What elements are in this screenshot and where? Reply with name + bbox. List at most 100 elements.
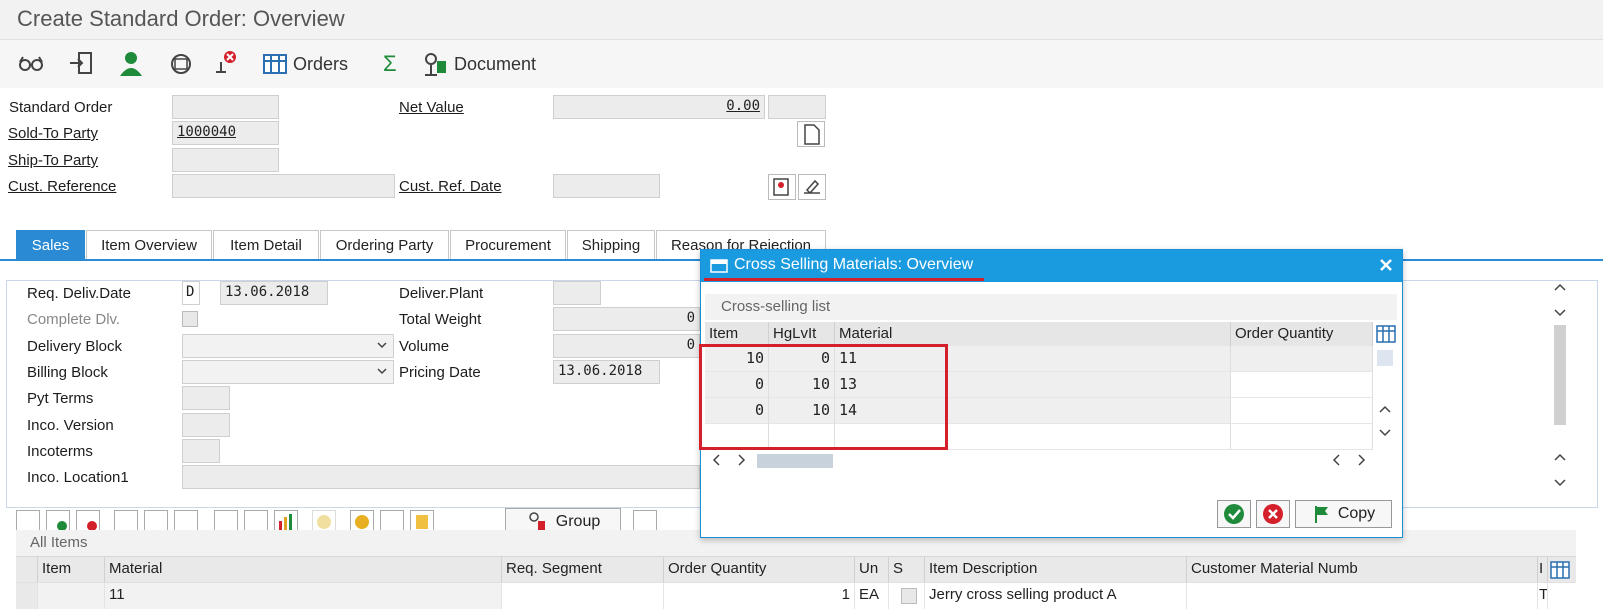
tab-item-overview[interactable]: Item Overview xyxy=(86,230,212,259)
dlg-empty-cell[interactable] xyxy=(1231,424,1373,450)
sigma-icon[interactable]: Σ xyxy=(383,50,397,78)
chevron-left-icon[interactable] xyxy=(1331,454,1341,466)
complete-dlv-checkbox[interactable] xyxy=(182,311,198,327)
req-deliv-date-field[interactable]: 13.06.2018 xyxy=(220,281,328,305)
panel-scrollbar[interactable] xyxy=(1552,280,1568,508)
volume-label: Volume xyxy=(399,338,450,355)
column-settings-icon[interactable] xyxy=(1550,560,1570,580)
table-row[interactable]: 11 1 EA Jerry cross selling product A T xyxy=(16,582,1576,609)
col-material[interactable]: Material xyxy=(105,557,502,583)
cust-ref-date-field[interactable] xyxy=(553,174,660,198)
document-flow-button[interactable] xyxy=(797,121,825,147)
cust-reference-field[interactable] xyxy=(172,174,395,198)
s-checkbox[interactable] xyxy=(901,588,917,604)
col-i[interactable]: I xyxy=(1538,557,1548,583)
tab-procurement[interactable]: Procurement xyxy=(450,230,566,259)
col-item-description[interactable]: Item Description xyxy=(925,557,1187,583)
col-customer-material[interactable]: Customer Material Numb xyxy=(1187,557,1538,583)
ship-to-party-field[interactable] xyxy=(172,148,279,172)
scroll-thumb[interactable] xyxy=(1554,325,1566,425)
chevron-right-icon[interactable] xyxy=(737,454,747,466)
dlg-col-order-quantity[interactable]: Order Quantity xyxy=(1231,322,1373,346)
cell-customer-material[interactable] xyxy=(1187,583,1538,609)
pyt-terms-field[interactable] xyxy=(182,386,230,410)
chevron-down-icon[interactable] xyxy=(1554,308,1566,318)
horizontal-scroll-thumb[interactable] xyxy=(757,454,833,468)
cross-selling-dialog: Cross Selling Materials: Overview Cross-… xyxy=(699,249,1403,538)
total-weight-label: Total Weight xyxy=(399,311,482,328)
currency-field[interactable] xyxy=(768,95,826,119)
edit-document-button[interactable] xyxy=(798,174,826,200)
ship-to-party-label[interactable]: Ship-To Party xyxy=(8,152,98,169)
cell-req-segment[interactable] xyxy=(502,583,664,609)
exit-icon[interactable] xyxy=(68,50,94,76)
dlg-col-item[interactable]: Item xyxy=(705,322,769,346)
dlg-cell-order-quantity[interactable] xyxy=(1231,372,1373,398)
cell-unit[interactable]: EA xyxy=(855,583,889,609)
incoterms-field[interactable] xyxy=(182,439,220,463)
cust-ref-date-label[interactable]: Cust. Ref. Date xyxy=(399,178,502,195)
dlg-cell-order-quantity[interactable] xyxy=(1231,398,1373,424)
dlg-cell-order-quantity[interactable] xyxy=(1231,346,1373,372)
dlg-col-material[interactable]: Material xyxy=(835,322,1231,346)
col-unit[interactable]: Un xyxy=(855,557,889,583)
col-req-segment[interactable]: Req. Segment xyxy=(502,557,664,583)
chevron-left-icon[interactable] xyxy=(711,454,721,466)
cell-s[interactable] xyxy=(889,583,925,609)
cell-item[interactable] xyxy=(38,583,105,609)
sold-to-party-label[interactable]: Sold-To Party xyxy=(8,125,98,142)
chevron-up-icon[interactable] xyxy=(1554,282,1566,292)
column-settings-icon[interactable] xyxy=(1376,324,1396,344)
orders-button[interactable]: Orders xyxy=(263,50,348,78)
inco-version-field[interactable] xyxy=(182,413,230,437)
row-selector[interactable] xyxy=(16,583,38,609)
pricing-date-field[interactable]: 13.06.2018 xyxy=(553,360,660,384)
cell-material[interactable]: 11 xyxy=(105,583,502,609)
net-value-label[interactable]: Net Value xyxy=(399,99,464,116)
glasses-icon[interactable] xyxy=(18,50,44,76)
cell-order-quantity[interactable]: 1 xyxy=(664,583,855,609)
chevron-down-icon[interactable] xyxy=(1379,428,1391,438)
sold-to-party-field[interactable]: 1000040 xyxy=(172,121,279,145)
scroll-thumb[interactable] xyxy=(1377,350,1393,366)
tab-shipping[interactable]: Shipping xyxy=(567,230,655,259)
document-button[interactable]: Document xyxy=(422,50,536,78)
date-type-field[interactable]: D xyxy=(182,281,200,305)
deliver-plant-field[interactable] xyxy=(553,281,601,305)
cancel-button[interactable] xyxy=(1256,500,1290,528)
row-selector-header[interactable] xyxy=(16,557,38,583)
col-item[interactable]: Item xyxy=(38,557,105,583)
delivery-block-select[interactable] xyxy=(182,334,394,358)
standard-order-field[interactable] xyxy=(172,95,279,119)
incoterms-label: Incoterms xyxy=(27,443,93,460)
col-order-quantity[interactable]: Order Quantity xyxy=(664,557,855,583)
group-label: Group xyxy=(555,513,601,530)
cross-selling-list-title: Cross-selling list xyxy=(705,294,1397,320)
chevron-down-icon[interactable] xyxy=(1554,478,1566,488)
items-grid-header: Item Material Req. Segment Order Quantit… xyxy=(16,556,1576,583)
conditions-icon[interactable] xyxy=(168,50,194,76)
billing-block-select[interactable] xyxy=(182,360,394,384)
cell-i[interactable]: T xyxy=(1538,583,1548,609)
tab-item-detail[interactable]: Item Detail xyxy=(213,230,319,259)
delete-icon[interactable] xyxy=(212,50,238,76)
dlg-col-hglvit[interactable]: HgLvIt xyxy=(769,322,835,346)
chevron-up-icon[interactable] xyxy=(1554,452,1566,462)
display-document-icon xyxy=(773,178,789,196)
display-document-button[interactable] xyxy=(768,174,796,200)
copy-label: Copy xyxy=(1337,505,1376,522)
highlight-box xyxy=(699,344,948,450)
close-icon[interactable] xyxy=(1378,257,1394,273)
inco-location-field[interactable] xyxy=(182,465,700,489)
tab-ordering-party[interactable]: Ordering Party xyxy=(320,230,449,259)
col-s[interactable]: S xyxy=(889,557,925,583)
confirm-button[interactable] xyxy=(1217,500,1251,528)
tab-sales[interactable]: Sales xyxy=(16,230,85,259)
chevron-up-icon[interactable] xyxy=(1379,404,1391,414)
cust-reference-label[interactable]: Cust. Reference xyxy=(8,178,116,195)
cell-item-description[interactable]: Jerry cross selling product A xyxy=(925,583,1187,609)
chevron-right-icon[interactable] xyxy=(1357,454,1367,466)
copy-button[interactable]: Copy xyxy=(1295,500,1392,528)
person-icon[interactable] xyxy=(118,50,144,76)
complete-dlv-label: Complete Dlv. xyxy=(27,311,121,328)
